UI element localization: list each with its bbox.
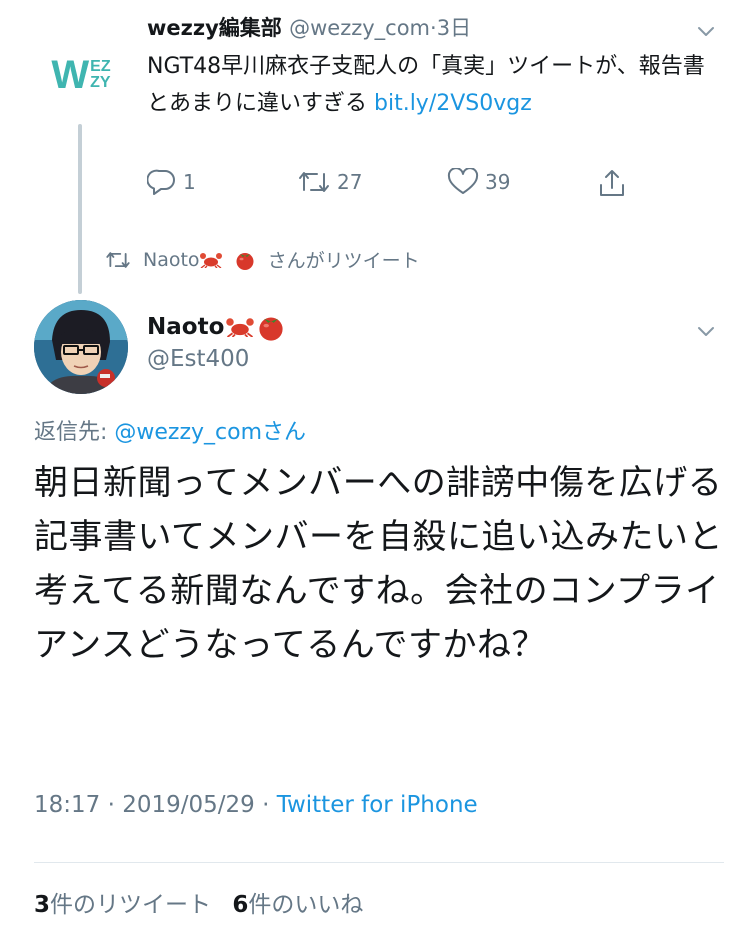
share-icon bbox=[600, 170, 624, 196]
naoto-avatar[interactable] bbox=[34, 300, 128, 394]
quoted-tweet-link[interactable]: bit.ly/2VS0vgz bbox=[374, 91, 532, 116]
crab-emoji bbox=[199, 252, 222, 268]
retweet-icon bbox=[299, 172, 329, 192]
retweet-small-icon bbox=[106, 251, 130, 268]
quoted-tweet-actions: 1 27 39 bbox=[147, 168, 667, 204]
retweet-suffix: さんがリツイート bbox=[267, 250, 420, 272]
retweet-button[interactable]: 27 bbox=[297, 168, 362, 196]
reply-count: 1 bbox=[183, 170, 196, 194]
quoted-author-name[interactable]: wezzy編集部 bbox=[147, 16, 282, 40]
quoted-author-handle[interactable]: @wezzy_com bbox=[289, 16, 430, 40]
header-separator: · bbox=[430, 16, 437, 40]
chevron-down-icon[interactable] bbox=[697, 322, 715, 340]
avatar-letters-small: EZ ZY bbox=[90, 59, 110, 91]
main-author-handle[interactable]: @Est400 bbox=[147, 346, 249, 372]
wezzy-avatar[interactable]: W EZ ZY bbox=[34, 28, 128, 122]
quoted-tweet-header[interactable]: wezzy編集部 @wezzy_com·3日 bbox=[147, 12, 471, 42]
quoted-tweet-time: 3日 bbox=[436, 16, 472, 40]
main-author-name[interactable]: Naoto bbox=[147, 314, 224, 340]
reply-to-link[interactable]: @wezzy_comさん bbox=[114, 420, 306, 445]
like-total: 6 bbox=[232, 892, 249, 918]
thread-line bbox=[78, 124, 82, 294]
tomato-emoji bbox=[259, 317, 283, 341]
like-count: 39 bbox=[485, 170, 511, 194]
like-icon bbox=[447, 168, 479, 194]
chevron-down-icon[interactable] bbox=[697, 22, 715, 40]
like-button[interactable]: 39 bbox=[447, 168, 510, 196]
retweet-count: 27 bbox=[337, 170, 363, 194]
avatar-letter-w: W bbox=[51, 52, 89, 97]
tomato-emoji bbox=[236, 252, 254, 270]
retweet-stat-label: 件のリツイート bbox=[50, 892, 212, 918]
reply-to-line: 返信先: @wezzy_comさん bbox=[34, 414, 306, 446]
tweet-stats: 3件のリツイート 6件のいいね bbox=[34, 885, 363, 919]
divider bbox=[34, 862, 724, 863]
retweeter-name: Naoto bbox=[143, 248, 200, 271]
share-button[interactable] bbox=[597, 168, 633, 198]
avatar-illustration bbox=[34, 300, 128, 394]
main-author-name-row[interactable]: Naoto bbox=[147, 312, 286, 342]
tweet-meta: 18:17 · 2019/05/29 · Twitter for iPhone bbox=[34, 792, 478, 818]
like-stat-label: 件のいいね bbox=[248, 892, 364, 918]
retweet-total: 3 bbox=[34, 892, 51, 918]
reply-button[interactable]: 1 bbox=[147, 168, 196, 196]
avatar-letters-top: EZ bbox=[90, 58, 111, 75]
tweet-source-link[interactable]: Twitter for iPhone bbox=[277, 792, 478, 818]
retweets-stat[interactable]: 3件のリツイート bbox=[34, 892, 211, 918]
quoted-tweet-text: NGT48早川麻衣子支配人の「真実」ツイートが、報告書とあまりに違いすぎる bi… bbox=[147, 48, 717, 122]
tweet-timestamp: 18:17 · 2019/05/29 · bbox=[34, 792, 277, 818]
reply-to-prefix: 返信先: bbox=[34, 420, 115, 445]
crab-emoji bbox=[226, 318, 255, 337]
avatar-letters-bottom: ZY bbox=[90, 74, 111, 91]
tweet-body: 朝日新聞ってメンバーへの誹謗中傷を広げる記事書いてメンバーを自殺に追い込みたいと… bbox=[34, 463, 723, 665]
reply-icon bbox=[147, 169, 175, 195]
likes-stat[interactable]: 6件のいいね bbox=[232, 892, 363, 918]
retweet-notice[interactable]: Naoto さんがリツイート bbox=[105, 246, 420, 273]
